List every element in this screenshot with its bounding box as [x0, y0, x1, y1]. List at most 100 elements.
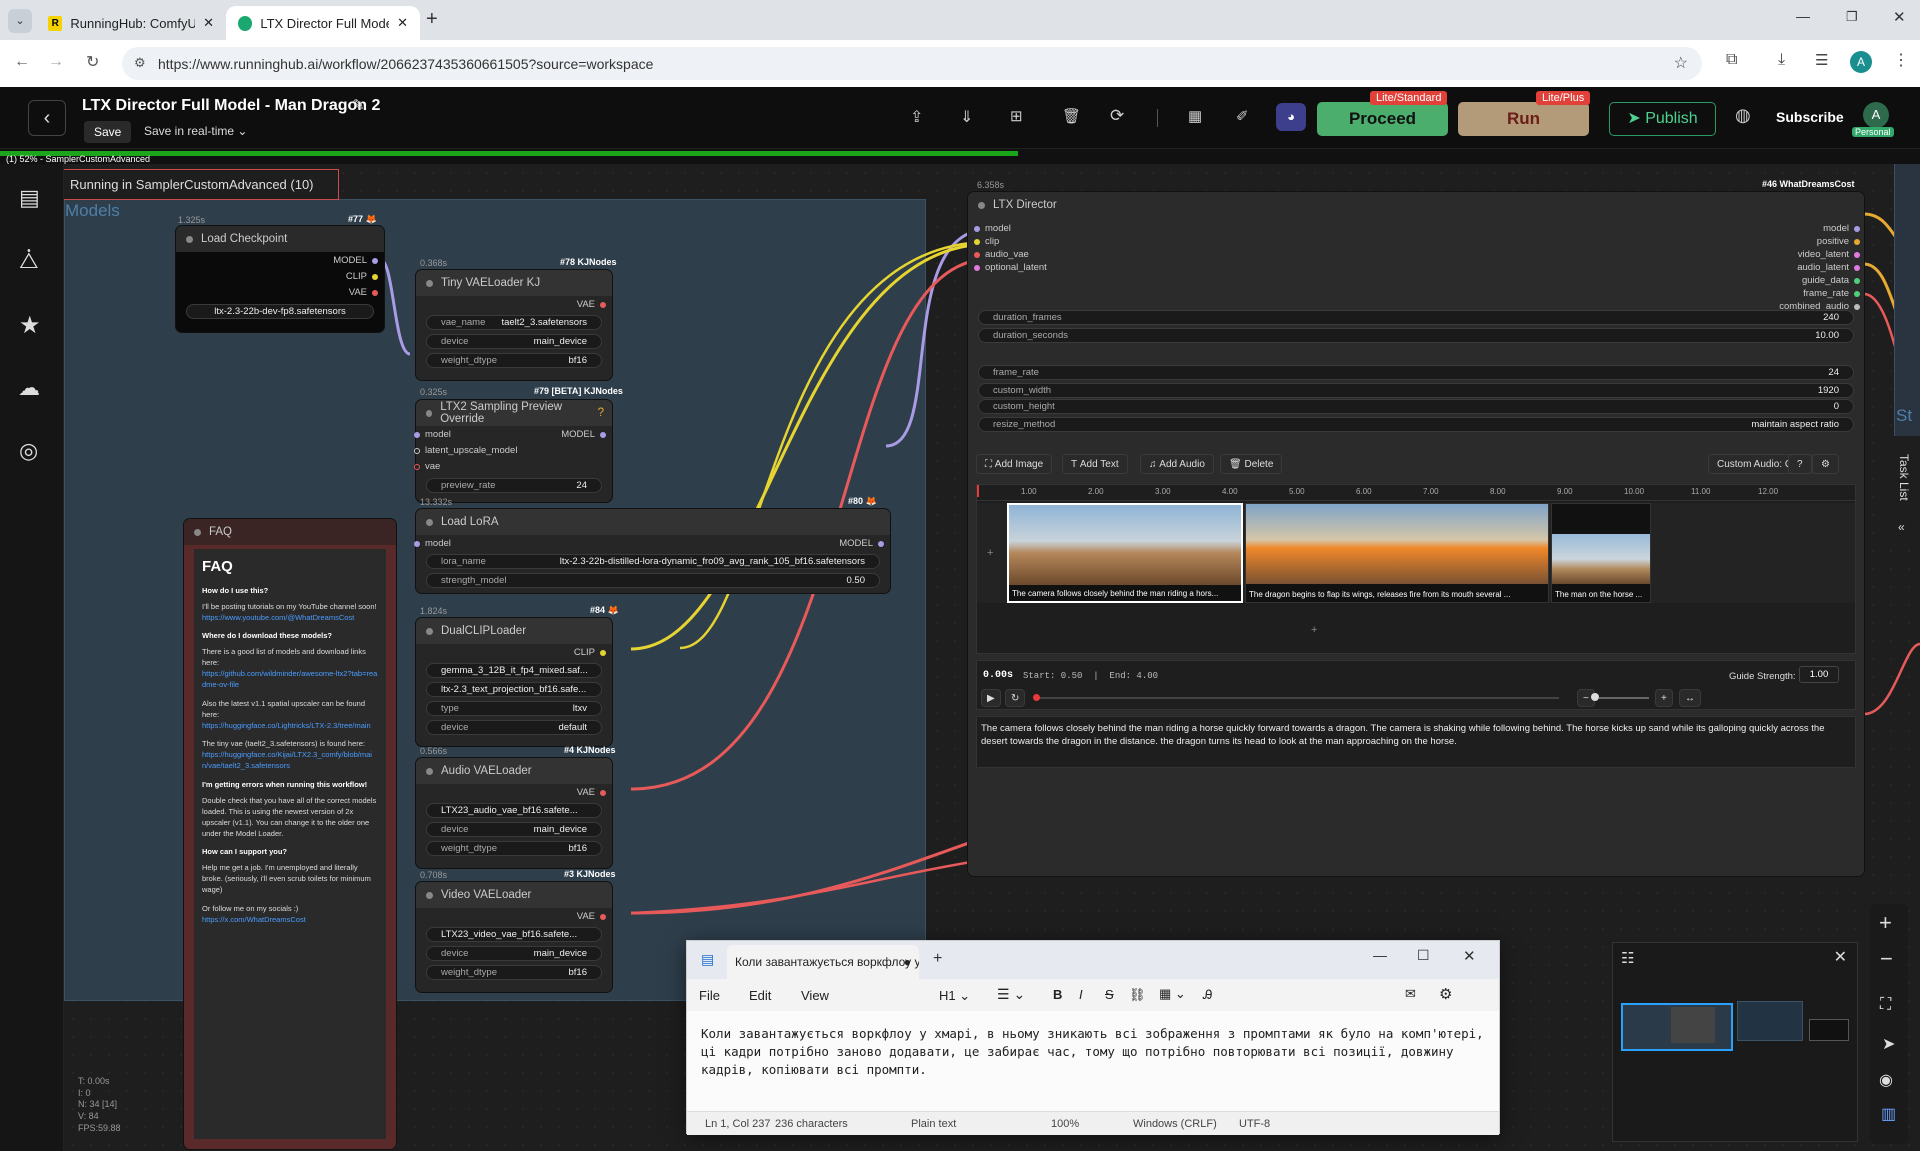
- input-model[interactable]: model: [414, 538, 451, 549]
- input-clip[interactable]: clip: [974, 236, 999, 247]
- table-icon[interactable]: ▦ ⌄: [1159, 986, 1186, 1002]
- new-tab-icon[interactable]: +: [933, 950, 942, 968]
- ckpt-name-combo[interactable]: ltx-2.3-22b-dev-fp8.safetensors: [186, 304, 374, 319]
- close-icon[interactable]: ✕: [1834, 947, 1847, 967]
- node-title-bar[interactable]: FAQ: [184, 519, 396, 545]
- input-vae[interactable]: vae: [414, 461, 440, 472]
- italic-icon[interactable]: I: [1079, 987, 1083, 1002]
- back-button[interactable]: ‹: [28, 100, 66, 136]
- output-vae[interactable]: VAE: [349, 287, 378, 298]
- task-list-tab[interactable]: Task List «: [1888, 436, 1920, 540]
- faq-link[interactable]: https://huggingface.co/Kijai/LTX2.3_comf…: [202, 750, 378, 772]
- maximize-icon[interactable]: ☐: [1417, 947, 1430, 964]
- profile-avatar[interactable]: A: [1850, 51, 1872, 73]
- note-icon[interactable]: ✐: [1236, 107, 1249, 125]
- loop-button[interactable]: ↻: [1005, 689, 1026, 707]
- input-audio-vae[interactable]: audio_vae: [974, 249, 1029, 260]
- minimize-icon[interactable]: —: [1373, 947, 1387, 963]
- weight-dtype-combo[interactable]: weight_dtype bf16: [426, 965, 602, 980]
- menu-file[interactable]: File: [699, 988, 720, 1003]
- output-model[interactable]: MODEL: [333, 255, 378, 266]
- media-icon[interactable]: ☰: [1815, 51, 1828, 69]
- download-icon[interactable]: ⇓: [960, 107, 973, 127]
- node-title-bar[interactable]: Tiny VAELoader KJ: [416, 270, 612, 296]
- output-model[interactable]: MODEL: [839, 538, 884, 549]
- custom-height-widget[interactable]: custom_height 0: [978, 399, 1854, 414]
- list-icon[interactable]: ☰ ⌄: [997, 986, 1025, 1003]
- delete-button[interactable]: 🗑 Delete: [1220, 454, 1283, 474]
- track-add-icon[interactable]: +: [987, 547, 993, 559]
- faq-link[interactable]: https://huggingface.co/Lightricks/LTX-2.…: [202, 721, 378, 732]
- site-info-icon[interactable]: ⚙: [134, 55, 146, 71]
- upload-icon[interactable]: ⇪: [910, 107, 923, 127]
- close-icon[interactable]: ✕: [397, 15, 408, 31]
- menu-view[interactable]: View: [801, 988, 829, 1003]
- play-button[interactable]: ▶: [981, 689, 1001, 707]
- strength-model-stepper[interactable]: strength_model 0.50: [426, 573, 880, 588]
- weight-dtype-combo[interactable]: weight_dtype bf16: [426, 841, 602, 856]
- help-icon[interactable]: ?: [598, 407, 604, 419]
- lora-name-combo[interactable]: lora_name ltx-2.3-22b-distilled-lora-dyna…: [426, 554, 880, 569]
- output-clip[interactable]: CLIP: [574, 647, 606, 658]
- node-title-bar[interactable]: LTX Director: [968, 192, 1864, 218]
- duration-frames-widget[interactable]: duration_frames 240: [978, 310, 1854, 325]
- tab-ltx-director[interactable]: LTX Director Full Model - Man D ✕: [226, 6, 420, 40]
- node-title-bar[interactable]: Load Checkpoint: [176, 226, 384, 252]
- node-title-bar[interactable]: Video VAELoader: [416, 882, 612, 908]
- clip-name1-combo[interactable]: gemma_3_12B_it_fp4_mixed.saf...: [426, 663, 602, 678]
- subscribe-link[interactable]: Subscribe: [1776, 109, 1844, 125]
- refresh-icon[interactable]: ⟳: [1110, 106, 1124, 126]
- output-positive[interactable]: positive: [1817, 236, 1860, 247]
- output-video-latent[interactable]: video_latent: [1798, 249, 1860, 260]
- output-guide-data[interactable]: guide_data: [1802, 275, 1860, 286]
- output-audio-latent[interactable]: audio_latent: [1797, 262, 1860, 273]
- clip-name2-combo[interactable]: ltx-2.3_text_projection_bf16.safe...: [426, 682, 602, 697]
- video-vae-loader-node[interactable]: Video VAELoader VAE LTX23_video_vae_bf16…: [416, 882, 612, 992]
- type-combo[interactable]: type ltxv: [426, 701, 602, 716]
- device-combo[interactable]: device main_device: [426, 822, 602, 837]
- node-title-bar[interactable]: Audio VAELoader: [416, 758, 612, 784]
- faq-link[interactable]: https://www.youtube.com/@WhatDreamsCost: [202, 613, 378, 624]
- bookmark-star-icon[interactable]: ☆: [1674, 53, 1688, 73]
- minimap-panel[interactable]: ☷ ✕: [1612, 942, 1858, 1142]
- map-icon[interactable]: ▥: [1881, 1104, 1896, 1124]
- weight-dtype-combo[interactable]: weight_dtype bf16: [426, 353, 602, 368]
- document-icon[interactable]: ▤: [19, 185, 40, 211]
- forward-icon[interactable]: →: [48, 53, 64, 71]
- output-model[interactable]: MODEL: [561, 429, 606, 440]
- load-checkpoint-node[interactable]: Load Checkpoint MODEL CLIP VAE ltx-2.3-2…: [176, 226, 384, 332]
- scrub-handle[interactable]: [1033, 694, 1040, 701]
- scrub-track[interactable]: [1037, 697, 1559, 699]
- new-tab-icon[interactable]: +: [426, 8, 438, 31]
- output-clip[interactable]: CLIP: [346, 271, 378, 282]
- add-audio-button[interactable]: ♫ Add Audio: [1140, 454, 1214, 474]
- input-model[interactable]: model: [414, 429, 451, 440]
- copilot-icon[interactable]: ✉: [1405, 986, 1416, 1002]
- link-icon[interactable]: ⛓: [1129, 987, 1146, 1003]
- track-add-icon[interactable]: +: [1311, 624, 1317, 636]
- trash-icon[interactable]: 🗑: [1062, 107, 1081, 125]
- timeline-clip[interactable]: The camera follows closely behind the ma…: [1007, 503, 1243, 603]
- restore-icon[interactable]: ❐: [1846, 9, 1858, 25]
- audio-vae-loader-node[interactable]: Audio VAELoader VAE LTX23_audio_vae_bf16…: [416, 758, 612, 868]
- faq-link[interactable]: https://x.com/WhatDreamsCost: [202, 915, 378, 926]
- url-input[interactable]: ⚙ https://www.runninghub.ai/workflow/206…: [122, 47, 1702, 80]
- fit-width-button[interactable]: ↔: [1679, 689, 1701, 707]
- custom-width-widget[interactable]: custom_width 1920: [978, 383, 1854, 398]
- resize-method-widget[interactable]: resize_method maintain aspect ratio: [978, 417, 1854, 432]
- zoom-handle[interactable]: [1591, 693, 1599, 701]
- device-combo[interactable]: device default: [426, 720, 602, 735]
- duration-seconds-widget[interactable]: duration_seconds 10.00: [978, 328, 1854, 343]
- add-image-button[interactable]: ⛶ Add Image: [976, 454, 1053, 474]
- strikethrough-icon[interactable]: S: [1105, 987, 1114, 1002]
- workflow-canvas[interactable]: Models Running in SamplerCustomAdvanced …: [64, 164, 1920, 1151]
- tab-search-icon[interactable]: ⌄: [8, 9, 32, 33]
- chat-search-icon[interactable]: ◎: [19, 438, 38, 464]
- settings-gear-icon[interactable]: ⚙: [1812, 454, 1839, 474]
- notepad-text-area[interactable]: Коли завантажується воркфлоу у хмарі, в …: [687, 1011, 1499, 1111]
- sliders-icon[interactable]: ☷: [1621, 949, 1634, 967]
- star-icon[interactable]: ★: [19, 311, 41, 340]
- frame-rate-widget[interactable]: frame_rate 24: [978, 365, 1854, 380]
- save-mode-dropdown[interactable]: Save in real-time ⌄: [144, 124, 247, 138]
- bold-icon[interactable]: B: [1053, 987, 1062, 1002]
